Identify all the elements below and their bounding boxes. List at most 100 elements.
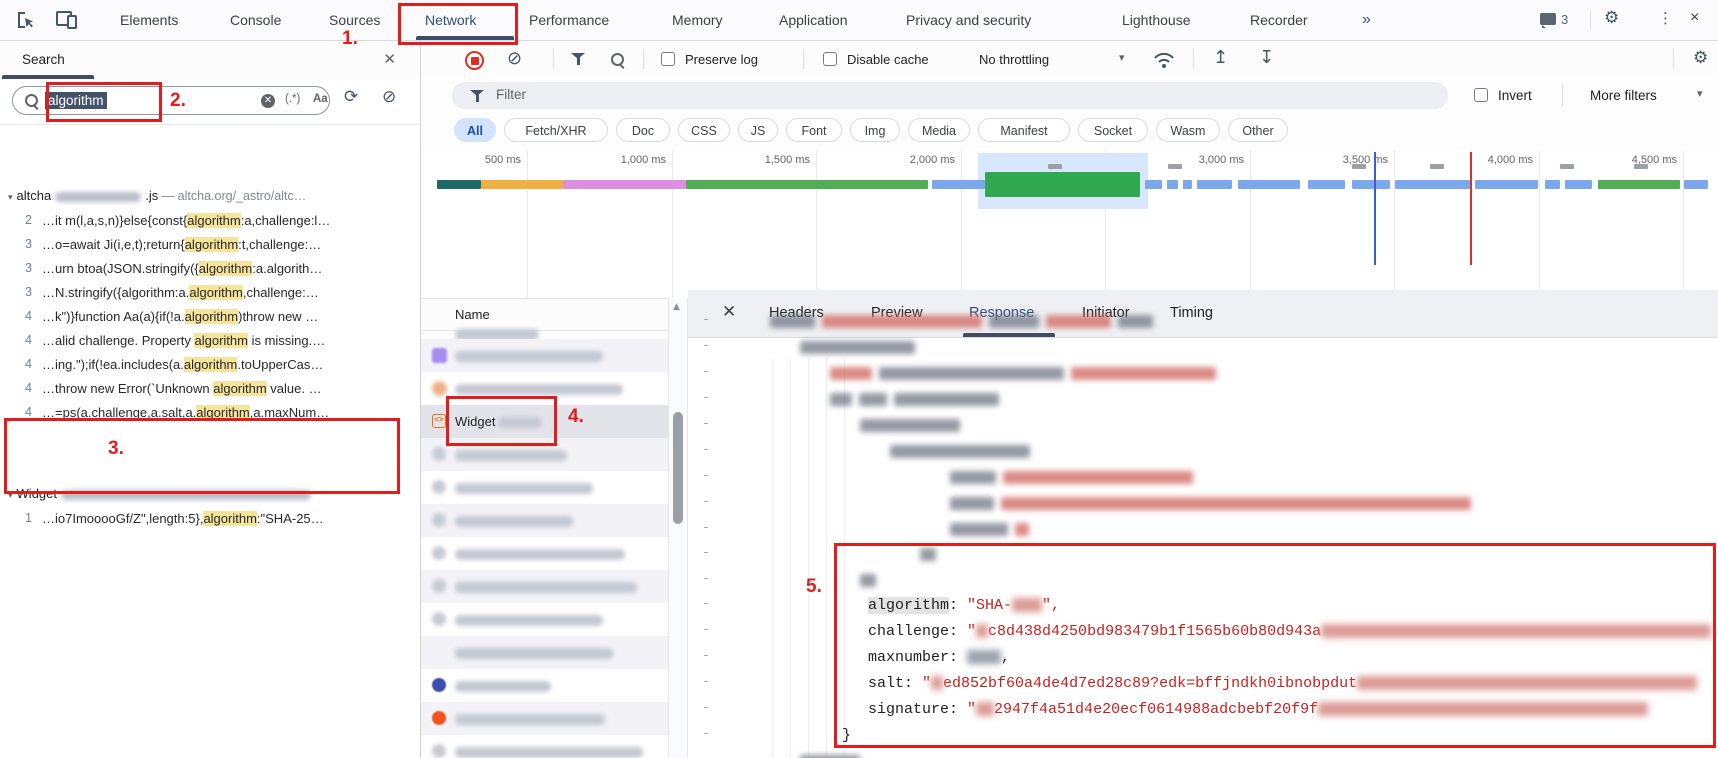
tab-performance[interactable]: Performance bbox=[529, 0, 609, 40]
chip-css[interactable]: CSS bbox=[678, 118, 730, 142]
fold-marker[interactable]: - bbox=[700, 364, 712, 379]
record-network-log-button[interactable] bbox=[465, 51, 484, 70]
close-detail-icon[interactable]: ✕ bbox=[722, 302, 736, 322]
chip-img[interactable]: Img bbox=[850, 118, 900, 142]
search-result-row[interactable]: 3…N.stringify({algorithm:a.algorithm,cha… bbox=[0, 281, 420, 304]
chip-font[interactable]: Font bbox=[786, 118, 842, 142]
request-row[interactable] bbox=[421, 636, 668, 669]
fold-marker[interactable]: - bbox=[700, 338, 712, 353]
detail-tab-timing[interactable]: Timing bbox=[1170, 290, 1213, 338]
kebab-menu-icon[interactable]: ⋮ bbox=[1658, 9, 1673, 27]
fold-marker[interactable]: - bbox=[700, 494, 712, 509]
tab-application[interactable]: Application bbox=[779, 0, 848, 40]
chip-manifest[interactable]: Manifest bbox=[978, 118, 1070, 142]
filter-toggle-icon[interactable] bbox=[571, 53, 585, 65]
request-row[interactable] bbox=[421, 570, 668, 603]
tab-network[interactable]: Network bbox=[425, 0, 476, 40]
fold-marker[interactable]: - bbox=[700, 442, 712, 457]
search-file-header[interactable]: ▾Widget bbox=[8, 483, 315, 505]
tab-lighthouse[interactable]: Lighthouse bbox=[1122, 0, 1191, 40]
request-row-widget[interactable]: <>Widget bbox=[421, 405, 668, 438]
tab-privacy-and-security[interactable]: Privacy and security bbox=[906, 0, 1031, 40]
network-overview-timeline[interactable]: 500 ms1,000 ms1,500 ms2,000 ms2,500 ms3,… bbox=[421, 148, 1718, 298]
chip-wasm[interactable]: Wasm bbox=[1156, 118, 1220, 142]
chip-other[interactable]: Other bbox=[1228, 118, 1288, 142]
more-filters-caret-icon[interactable]: ▾ bbox=[1697, 87, 1703, 100]
chip-socket[interactable]: Socket bbox=[1078, 118, 1148, 142]
fold-marker[interactable]: - bbox=[700, 596, 712, 611]
fold-marker[interactable]: - bbox=[700, 700, 712, 715]
search-result-row[interactable]: 3…o=await Ji(i,e,t);return{algorithm:t,c… bbox=[0, 233, 420, 256]
tab-console[interactable]: Console bbox=[230, 0, 281, 40]
clear-results-icon[interactable]: ⊘ bbox=[382, 87, 396, 107]
throttling-select[interactable]: No throttling bbox=[979, 52, 1049, 67]
fold-marker[interactable]: - bbox=[700, 674, 712, 689]
preserve-log-checkbox[interactable] bbox=[661, 52, 675, 66]
network-filter-input[interactable]: Filter bbox=[452, 82, 1448, 109]
search-result-row[interactable]: 3…urn btoa(JSON.stringify({algorithm:a.a… bbox=[0, 257, 420, 280]
case-sensitive-toggle-button[interactable]: Aa bbox=[313, 93, 328, 105]
regex-toggle-button[interactable]: (.*) bbox=[285, 93, 300, 105]
disable-cache-checkbox[interactable] bbox=[823, 52, 837, 66]
request-row[interactable] bbox=[421, 603, 668, 636]
fold-marker[interactable]: - bbox=[700, 520, 712, 535]
fold-marker[interactable]: - bbox=[700, 571, 712, 586]
settings-gear-icon[interactable]: ⚙ bbox=[1604, 8, 1619, 28]
fold-marker[interactable]: - bbox=[700, 312, 712, 327]
invert-filter-checkbox[interactable] bbox=[1474, 88, 1488, 102]
fold-marker[interactable]: - bbox=[700, 622, 712, 637]
tab-elements[interactable]: Elements bbox=[120, 0, 178, 40]
close-devtools-icon[interactable]: × bbox=[1690, 9, 1699, 27]
request-row[interactable] bbox=[421, 669, 668, 702]
fold-marker[interactable]: - bbox=[700, 545, 712, 560]
search-result-row[interactable]: 4…alid challenge. Property algorithm is … bbox=[0, 329, 420, 352]
tab-memory[interactable]: Memory bbox=[672, 0, 723, 40]
tab-recorder[interactable]: Recorder bbox=[1250, 0, 1308, 40]
network-settings-gear-icon[interactable]: ⚙ bbox=[1693, 48, 1708, 68]
chip-media[interactable]: Media bbox=[908, 118, 970, 142]
refresh-search-icon[interactable]: ⟳ bbox=[344, 87, 358, 107]
clear-search-icon[interactable]: ✕ bbox=[261, 94, 275, 108]
network-search-icon[interactable] bbox=[611, 53, 624, 66]
more-filters-button[interactable]: More filters bbox=[1590, 88, 1657, 103]
inspect-icon[interactable] bbox=[16, 10, 36, 30]
chip-js[interactable]: JS bbox=[738, 118, 778, 142]
search-result-row[interactable]: 1…io7ImooooGf/Z",length:5},algorithm:"SH… bbox=[0, 507, 420, 530]
fold-marker[interactable]: - bbox=[700, 416, 712, 431]
search-result-row[interactable]: 4…k")}function Aa(a){if(!a.algorithm)thr… bbox=[0, 305, 420, 328]
request-row[interactable] bbox=[421, 735, 668, 758]
issues-icon[interactable] bbox=[1540, 13, 1556, 25]
search-result-row[interactable]: 4…=ps(a.challenge,a.salt,a.algorithm,a.m… bbox=[0, 401, 420, 424]
import-har-icon[interactable]: ↥ bbox=[1213, 47, 1228, 68]
request-row[interactable] bbox=[421, 372, 668, 405]
response-body-viewer[interactable]: ------------------algorithm: "SHA-",chal… bbox=[688, 338, 1718, 758]
fold-marker[interactable]: - bbox=[700, 390, 712, 405]
request-row[interactable] bbox=[421, 471, 668, 504]
close-search-drawer-icon[interactable]: ✕ bbox=[383, 50, 396, 68]
scrollbar-up-arrow[interactable]: ▲ bbox=[673, 302, 680, 312]
request-row[interactable] bbox=[421, 339, 668, 372]
fold-marker[interactable]: - bbox=[700, 726, 712, 741]
export-har-icon[interactable]: ↧ bbox=[1259, 47, 1274, 68]
search-file-header[interactable]: ▾altcha.js — altcha.org/_astro/altc… bbox=[8, 185, 306, 207]
scrollbar-thumb[interactable] bbox=[673, 412, 683, 524]
request-row[interactable] bbox=[421, 702, 668, 735]
search-result-row[interactable]: 4…ing.");if(!ea.includes(a.algorithm.toU… bbox=[0, 353, 420, 376]
device-toolbar-icon[interactable] bbox=[56, 10, 78, 30]
throttling-caret-icon[interactable]: ▾ bbox=[1119, 51, 1125, 64]
clear-network-log-icon[interactable]: ⊘ bbox=[507, 48, 522, 69]
fold-marker[interactable]: - bbox=[700, 752, 712, 758]
request-row[interactable] bbox=[421, 438, 668, 471]
request-row[interactable] bbox=[421, 504, 668, 537]
search-result-row[interactable]: 2…it m(l,a,s,n)}else{const{algorithm:a,c… bbox=[0, 209, 420, 232]
more-panels-chevron[interactable]: » bbox=[1362, 0, 1371, 40]
request-row[interactable] bbox=[421, 537, 668, 570]
network-conditions-icon[interactable] bbox=[1153, 50, 1175, 70]
request-list-scrollbar[interactable]: ▲ bbox=[668, 298, 688, 758]
issues-count[interactable]: 3 bbox=[1561, 12, 1568, 27]
request-row[interactable] bbox=[421, 332, 668, 339]
chip-fetch-xhr[interactable]: Fetch/XHR bbox=[504, 118, 608, 142]
fold-marker[interactable]: - bbox=[700, 468, 712, 483]
search-result-row[interactable]: 4…throw new Error(`Unknown algorithm val… bbox=[0, 377, 420, 400]
chip-doc[interactable]: Doc bbox=[616, 118, 670, 142]
